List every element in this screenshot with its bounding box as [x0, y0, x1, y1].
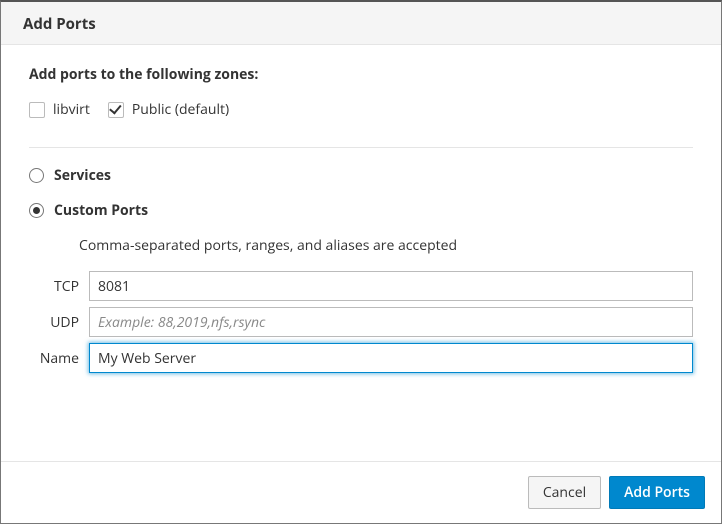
- cancel-button[interactable]: Cancel: [528, 476, 601, 509]
- udp-input[interactable]: [89, 307, 693, 337]
- radio-icon: [29, 168, 44, 183]
- zone-checkbox-libvirt[interactable]: libvirt: [29, 100, 90, 119]
- radio-services[interactable]: Services: [29, 166, 693, 185]
- udp-label: UDP: [29, 313, 89, 332]
- custom-help-text: Comma-separated ports, ranges, and alias…: [79, 236, 693, 255]
- zone-checkbox-public[interactable]: Public (default): [108, 100, 229, 119]
- divider: [29, 147, 693, 148]
- tcp-row: TCP: [29, 271, 693, 301]
- dialog-header: Add Ports: [1, 2, 721, 45]
- radio-custom-ports[interactable]: Custom Ports: [29, 201, 693, 220]
- dialog-title: Add Ports: [23, 14, 699, 34]
- udp-row: UDP: [29, 307, 693, 337]
- zone-label: Public (default): [132, 100, 229, 119]
- add-ports-button[interactable]: Add Ports: [609, 476, 705, 509]
- name-row: Name: [29, 343, 693, 373]
- dialog-body: Add ports to the following zones: libvir…: [1, 45, 721, 461]
- add-ports-dialog: Add Ports Add ports to the following zon…: [0, 0, 722, 524]
- zone-label: libvirt: [53, 100, 90, 119]
- radio-label: Services: [54, 166, 111, 185]
- checkbox-icon: [29, 102, 45, 118]
- checkbox-icon: [108, 102, 124, 118]
- name-input[interactable]: [89, 343, 693, 373]
- zones-row: libvirt Public (default): [29, 100, 693, 119]
- zones-heading: Add ports to the following zones:: [29, 65, 693, 84]
- tcp-label: TCP: [29, 277, 89, 296]
- radio-label: Custom Ports: [54, 201, 148, 220]
- name-label: Name: [29, 349, 89, 368]
- dialog-footer: Cancel Add Ports: [1, 461, 721, 523]
- radio-icon: [29, 203, 44, 218]
- tcp-input[interactable]: [89, 271, 693, 301]
